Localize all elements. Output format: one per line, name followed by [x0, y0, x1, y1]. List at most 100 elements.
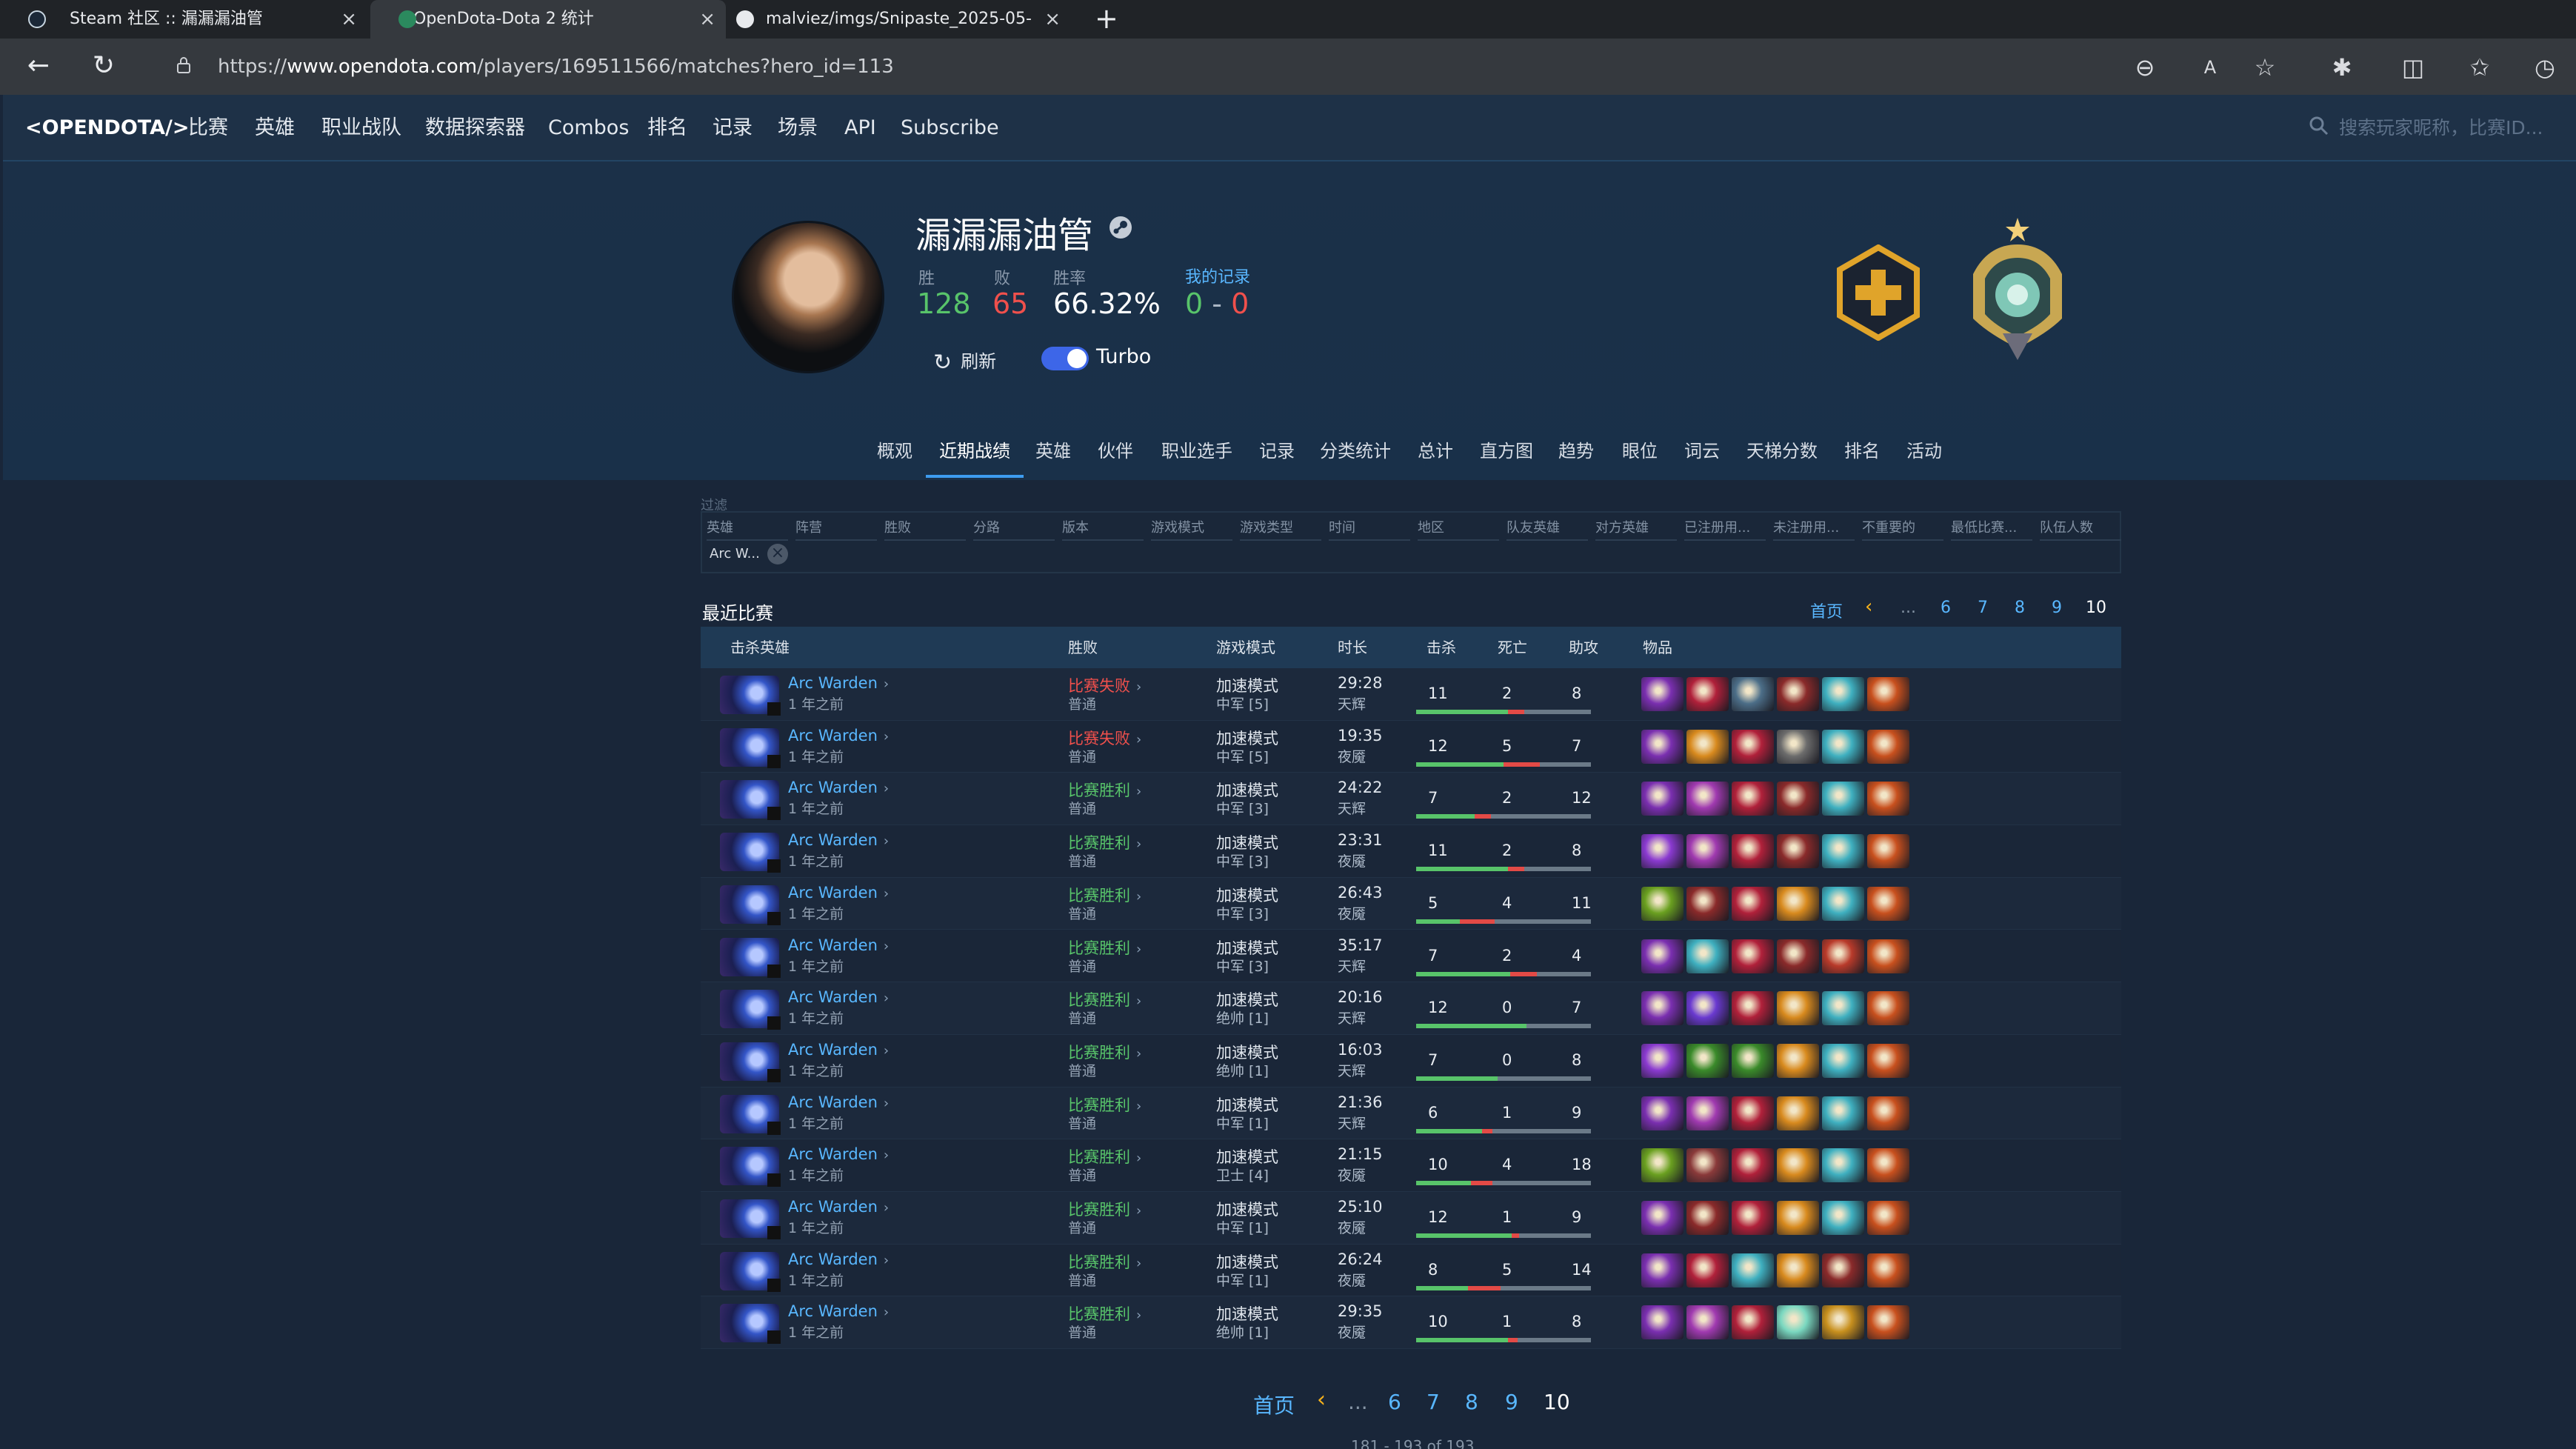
item-icon[interactable] — [1686, 834, 1729, 869]
item-icon[interactable] — [1732, 729, 1774, 764]
item-icon[interactable] — [1732, 677, 1774, 711]
col-kills[interactable]: 击杀 — [1427, 627, 1456, 668]
item-icon[interactable] — [1686, 729, 1729, 764]
pager-prev-icon[interactable]: ‹ — [1865, 596, 1872, 618]
refresh-button[interactable]: ↻ 刷新 — [933, 347, 996, 376]
favorites-icon[interactable]: ✩ — [2465, 53, 2495, 83]
split-screen-icon[interactable]: ◫ — [2398, 53, 2428, 83]
item-icon[interactable] — [1777, 729, 1819, 764]
hero-link[interactable]: Arc Warden › — [788, 1250, 889, 1268]
item-icon[interactable] — [1867, 1201, 1909, 1235]
item-icon[interactable] — [1641, 1201, 1684, 1235]
item-icon[interactable] — [1867, 677, 1909, 711]
table-row[interactable]: Arc Warden › 1 年之前 比赛胜利 › 普通 加速模式 中军 [3] 26:43 夜魇… — [701, 877, 2121, 930]
table-row[interactable]: Arc Warden › 1 年之前 比赛胜利 › 普通 加速模式 中军 [3] 24:22 天辉… — [701, 773, 2121, 826]
item-icon[interactable] — [1777, 886, 1819, 921]
tab-pros[interactable]: 职业选手 — [1161, 424, 1232, 478]
filter-result[interactable]: 胜败 — [884, 517, 966, 541]
tab-activity[interactable]: 活动 — [1906, 424, 1942, 478]
browser-tab-github[interactable]: malviez/imgs/Snipaste_2025-05- × — [729, 0, 1071, 39]
tab-rankings[interactable]: 排名 — [1844, 424, 1880, 478]
tab-counts[interactable]: 分类统计 — [1320, 424, 1391, 478]
filter-significant[interactable]: 不重要的 — [1862, 517, 1943, 541]
hero-link[interactable]: Arc Warden › — [788, 1198, 889, 1216]
col-duration[interactable]: 时长 — [1338, 627, 1367, 668]
item-icon[interactable] — [1641, 677, 1684, 711]
nav-subscribe[interactable]: Subscribe — [901, 95, 999, 161]
item-icon[interactable] — [1732, 1305, 1774, 1340]
item-icon[interactable] — [1732, 1043, 1774, 1078]
extensions-icon[interactable]: ✱ — [2327, 53, 2357, 83]
hero-link[interactable]: Arc Warden › — [788, 988, 889, 1006]
item-icon[interactable] — [1686, 782, 1729, 816]
back-arrow-icon[interactable]: ← — [21, 49, 56, 84]
item-icon[interactable] — [1822, 991, 1864, 1026]
item-icon[interactable] — [1867, 939, 1909, 973]
nav-heroes[interactable]: 英雄 — [255, 95, 295, 161]
item-icon[interactable] — [1641, 729, 1684, 764]
item-icon[interactable] — [1777, 677, 1819, 711]
pager-page[interactable]: 8 — [2015, 599, 2025, 617]
tab-wardmap[interactable]: 眼位 — [1622, 424, 1658, 478]
col-result[interactable]: 胜败 — [1068, 627, 1098, 668]
history-icon[interactable]: ◷ — [2530, 53, 2560, 83]
item-icon[interactable] — [1867, 1096, 1909, 1130]
close-icon[interactable]: × — [341, 0, 357, 39]
nav-records[interactable]: 记录 — [713, 95, 753, 161]
item-icon[interactable] — [1822, 1305, 1864, 1340]
hero-link[interactable]: Arc Warden › — [788, 831, 889, 849]
pager-page[interactable]: 8 — [1465, 1390, 1478, 1414]
item-icon[interactable] — [1867, 1148, 1909, 1183]
hero-link[interactable]: Arc Warden › — [788, 936, 889, 954]
item-icon[interactable] — [1867, 1043, 1909, 1078]
hero-portrait[interactable] — [720, 1199, 781, 1239]
hero-portrait[interactable] — [720, 1251, 781, 1292]
nav-combos[interactable]: Combos — [548, 95, 629, 161]
pager-page[interactable]: 6 — [1388, 1390, 1401, 1414]
hero-portrait[interactable] — [720, 885, 781, 925]
filter-region[interactable]: 地区 — [1418, 517, 1499, 541]
item-icon[interactable] — [1822, 834, 1864, 869]
item-icon[interactable] — [1732, 1148, 1774, 1183]
pager-first[interactable]: 首页 — [1810, 599, 1843, 622]
item-icon[interactable] — [1641, 1253, 1684, 1288]
tab-heroes[interactable]: 英雄 — [1035, 424, 1071, 478]
item-icon[interactable] — [1777, 1096, 1819, 1130]
item-icon[interactable] — [1777, 991, 1819, 1026]
item-icon[interactable] — [1641, 1305, 1684, 1340]
col-deaths[interactable]: 死亡 — [1498, 627, 1527, 668]
filter-min-matches[interactable]: 最低比赛... — [1951, 517, 2032, 541]
filter-lane[interactable]: 分路 — [973, 517, 1055, 541]
item-icon[interactable] — [1641, 1096, 1684, 1130]
item-icon[interactable] — [1641, 939, 1684, 973]
item-icon[interactable] — [1641, 782, 1684, 816]
tab-overview[interactable]: 概观 — [877, 424, 912, 478]
item-icon[interactable] — [1686, 1201, 1729, 1235]
turbo-toggle[interactable] — [1041, 347, 1089, 370]
item-icon[interactable] — [1732, 991, 1774, 1026]
item-icon[interactable] — [1777, 1043, 1819, 1078]
item-icon[interactable] — [1822, 677, 1864, 711]
table-row[interactable]: Arc Warden › 1 年之前 比赛胜利 › 普通 加速模式 中军 [3] 23:31 夜魇… — [701, 825, 2121, 878]
site-search[interactable]: 搜索玩家昵称，比赛ID... — [2309, 95, 2546, 161]
item-icon[interactable] — [1686, 1305, 1729, 1340]
table-row[interactable]: Arc Warden › 1 年之前 比赛胜利 › 普通 加速模式 中军 [1] 26:24 夜魇… — [701, 1244, 2121, 1297]
filter-hero[interactable]: 英雄 — [707, 517, 788, 541]
filter-game-mode[interactable]: 游戏模式 — [1151, 517, 1232, 541]
zoom-out-icon[interactable]: ⊖ — [2130, 53, 2160, 83]
item-icon[interactable] — [1867, 1253, 1909, 1288]
item-icon[interactable] — [1822, 1096, 1864, 1130]
tab-matches[interactable]: 近期战绩 — [939, 424, 1010, 478]
item-icon[interactable] — [1867, 729, 1909, 764]
hero-link[interactable]: Arc Warden › — [788, 1093, 889, 1111]
hero-portrait[interactable] — [720, 676, 781, 716]
tab-peers[interactable]: 伙伴 — [1098, 424, 1133, 478]
item-icon[interactable] — [1777, 1201, 1819, 1235]
table-row[interactable]: Arc Warden › 1 年之前 比赛胜利 › 普通 加速模式 卫士 [4] 21:15 夜魇… — [701, 1139, 2121, 1192]
item-icon[interactable] — [1686, 886, 1729, 921]
steam-icon[interactable] — [1108, 215, 1133, 240]
hero-portrait[interactable] — [720, 937, 781, 978]
item-icon[interactable] — [1641, 1148, 1684, 1183]
table-row[interactable]: Arc Warden › 1 年之前 比赛胜利 › 普通 加速模式 中军 [1] 21:36 天辉… — [701, 1087, 2121, 1140]
star-icon[interactable]: ☆ — [2250, 53, 2280, 83]
